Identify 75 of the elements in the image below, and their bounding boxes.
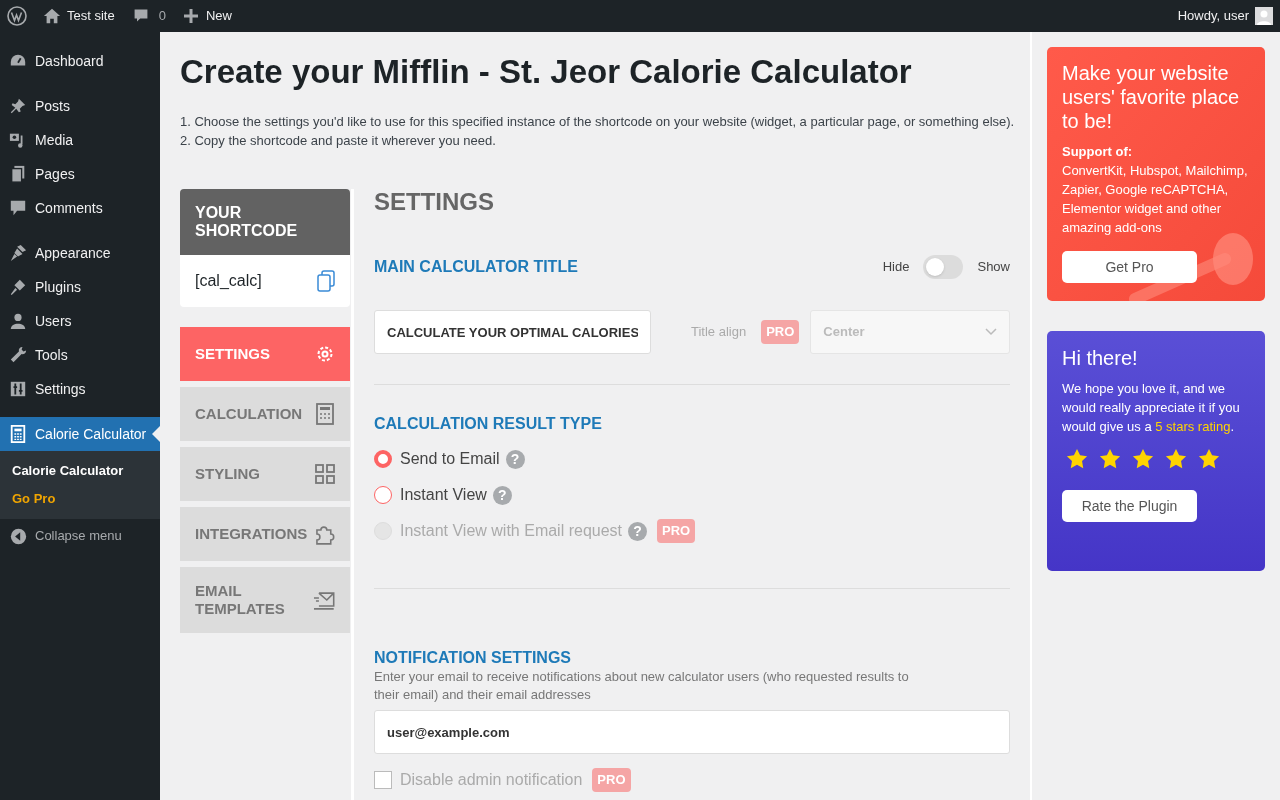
sliders-icon: [9, 380, 27, 398]
menu-item[interactable]: Pages: [0, 157, 160, 191]
title-input[interactable]: CALCULATE YOUR OPTIMAL CALORIES: [374, 310, 651, 354]
menu-item[interactable]: Settings: [0, 372, 160, 406]
menu-item[interactable]: Users: [0, 304, 160, 338]
site-link[interactable]: Test site: [43, 6, 115, 26]
menu-item[interactable]: Tools: [0, 338, 160, 372]
page-title: Create your Mifflin - St. Jeor Calorie Calculator: [180, 52, 913, 92]
puzzle-icon: [313, 523, 335, 545]
section-heading: CALCULATION RESULT TYPE: [374, 414, 603, 434]
title-align-label: Title align: [691, 323, 747, 342]
chevron-down-icon: [985, 328, 997, 336]
user-icon: [9, 312, 27, 330]
collapse-menu-button[interactable]: Collapse menu: [0, 527, 160, 545]
account-link[interactable]: Howdy, user: [1177, 6, 1273, 26]
new-link[interactable]: New: [183, 6, 232, 26]
support-text: ConvertKit, Hubspot, Mailchimp, Zapier, Google reCAPTCHA, Elementor widget and other amazing add-ons: [1062, 162, 1249, 237]
calculator-icon: [9, 425, 27, 443]
show-label: Show: [977, 258, 1010, 277]
comments-link[interactable]: 0: [132, 6, 166, 26]
hide-label: Hide: [882, 258, 910, 277]
logo-icon[interactable]: [7, 6, 27, 26]
radio-label[interactable]: Send to Email: [400, 447, 500, 471]
promo-title: Make your website users' favorite place to be!: [1062, 61, 1241, 133]
settings-heading: SETTINGS: [374, 189, 495, 215]
star-icon: [1198, 448, 1220, 470]
menu-item[interactable]: Comments: [0, 191, 160, 225]
star-icon: [1165, 448, 1187, 470]
support-label: Support of:: [1062, 143, 1134, 161]
section-heading: NOTIFICATION SETTINGS: [374, 648, 573, 668]
envelope-icon: [313, 590, 335, 610]
gear-icon: [315, 344, 335, 364]
star-icon: [1066, 448, 1088, 470]
instruction-text: 2. Copy the shortcode and paste it wherever you need.: [180, 132, 497, 150]
notification-description: Enter your email to receive notifications about new calculator users (who requested results to their email) and their email addresses: [374, 668, 910, 704]
menu-item[interactable]: Posts: [0, 89, 160, 123]
shortcode-header: YOUR SHORTCODE: [180, 189, 350, 255]
rating-title: Hi there!: [1062, 346, 1139, 371]
get-pro-button[interactable]: Get Pro: [1062, 251, 1197, 283]
pro-badge: PRO: [761, 320, 800, 344]
plus-icon: [183, 9, 198, 23]
menu-item[interactable]: Plugins: [0, 270, 160, 304]
radio-button[interactable]: [374, 450, 392, 468]
menu-item[interactable]: Dashboard: [0, 44, 160, 78]
shortcode-text: [cal_calc]: [195, 271, 262, 291]
calculator-icon: [315, 403, 335, 425]
comment-icon: [132, 8, 149, 24]
brush-icon: [9, 244, 27, 262]
star-icon: [1099, 448, 1121, 470]
radio-label[interactable]: Instant View: [400, 483, 487, 507]
pages-icon: [9, 165, 27, 183]
home-icon: [43, 7, 61, 25]
radio-button[interactable]: [374, 486, 392, 504]
rate-plugin-button[interactable]: Rate the Plugin: [1062, 490, 1197, 522]
avatar-icon: [1255, 7, 1273, 25]
pro-badge: PRO: [592, 768, 631, 792]
instruction-text: 1. Choose the settings you'd like to use for this specified instance of the shortcode on your website (widget, a particular page, or something else).: [180, 113, 1016, 131]
menu-item[interactable]: Calorie Calculator: [0, 417, 160, 451]
rating-text: We hope you love it, and we would really appreciate it if you would give us a 5 stars rating.: [1062, 380, 1241, 436]
submenu-item[interactable]: Calorie Calculator: [0, 457, 160, 485]
submenu-item[interactable]: Go Pro: [0, 485, 160, 513]
collapse-icon: [10, 527, 27, 545]
plug-icon: [9, 278, 27, 296]
wrench-icon: [9, 346, 27, 364]
pro-badge: PRO: [657, 519, 696, 543]
pin-icon: [9, 97, 27, 115]
menu-item[interactable]: Media: [0, 123, 160, 157]
comment-icon: [9, 199, 27, 217]
toggle-switch[interactable]: [923, 255, 964, 279]
email-input[interactable]: user@example.com: [374, 710, 1010, 754]
grid-icon: [315, 464, 335, 484]
section-heading: MAIN CALCULATOR TITLE: [374, 257, 578, 277]
copy-icon[interactable]: [317, 270, 335, 292]
star-icon: [1132, 448, 1154, 470]
menu-item[interactable]: Appearance: [0, 236, 160, 270]
